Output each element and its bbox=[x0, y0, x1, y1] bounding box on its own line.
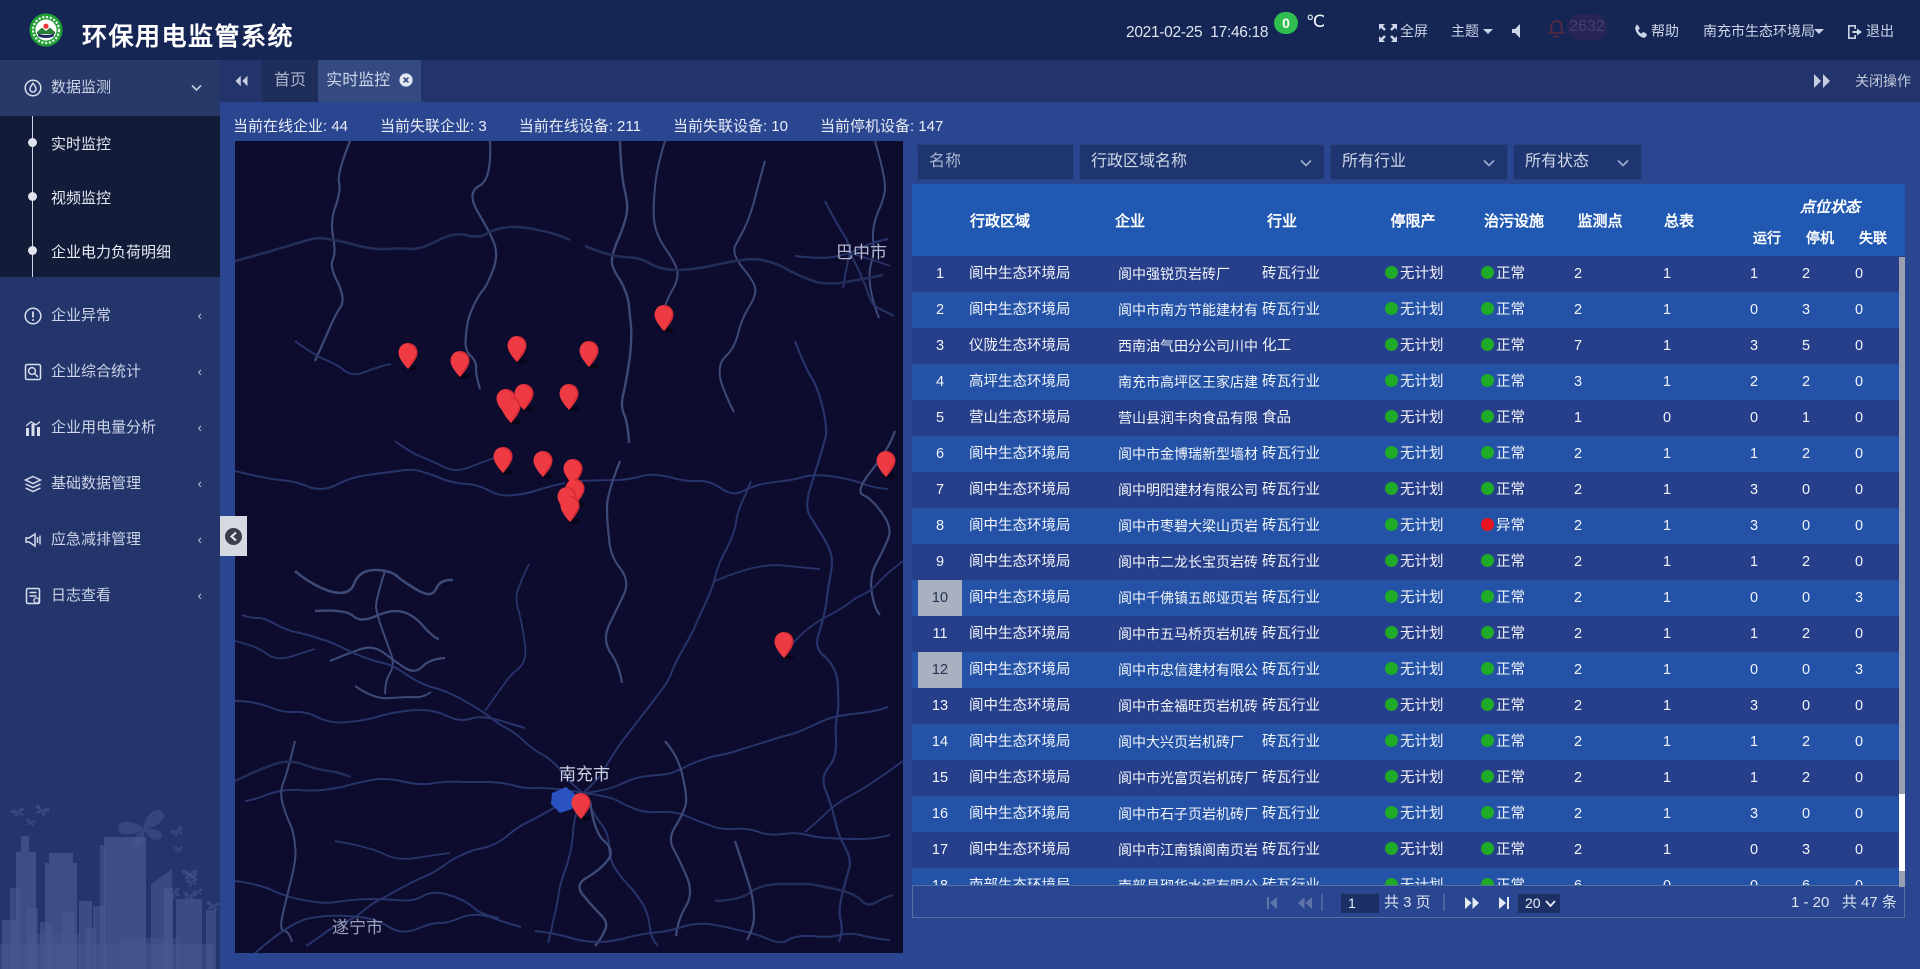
svg-text:遂宁市: 遂宁市 bbox=[332, 918, 383, 937]
svg-text:南充市: 南充市 bbox=[559, 765, 610, 784]
svg-text:巴中市: 巴中市 bbox=[836, 243, 887, 262]
